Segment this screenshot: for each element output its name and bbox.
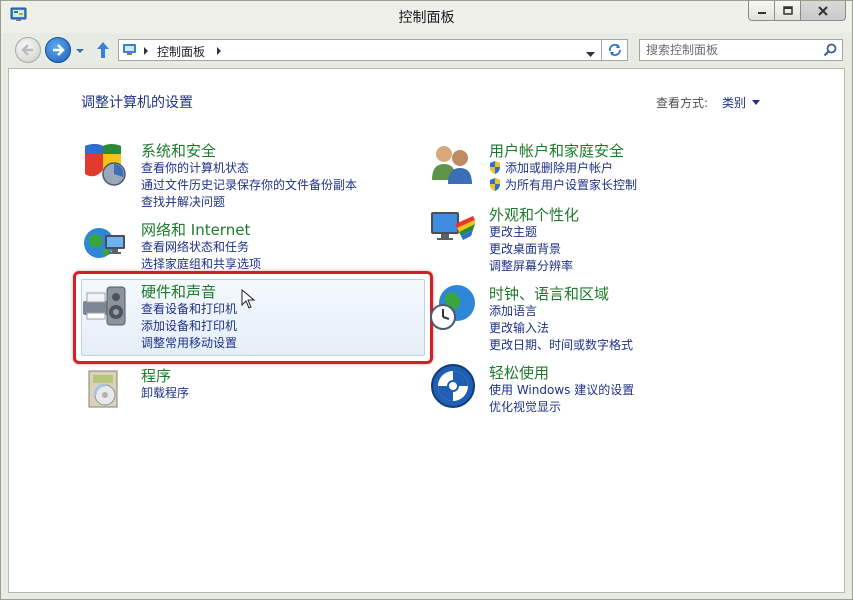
network-globe-icon[interactable] — [81, 219, 129, 267]
close-icon — [818, 5, 828, 16]
category-title[interactable]: 轻松使用 — [489, 362, 549, 383]
category-title[interactable]: 系统和安全 — [141, 140, 216, 161]
view-by-dropdown[interactable]: 类别 — [722, 94, 761, 111]
address-dropdown-icon[interactable] — [586, 47, 595, 57]
link-add-language[interactable]: 添加语言 — [489, 303, 633, 320]
category-system-security: 系统和安全 查看你的计算机状态 通过文件历史记录保存你的文件备份副本 查找并解决… — [81, 140, 411, 210]
category-links: 查看设备和打印机 添加设备和打印机 调整常用移动设置 — [141, 301, 237, 352]
link-change-background[interactable]: 更改桌面背景 — [489, 241, 573, 258]
search-icon[interactable] — [823, 43, 837, 57]
link-view-computer-status[interactable]: 查看你的计算机状态 — [141, 160, 357, 177]
ease-of-access-icon[interactable] — [429, 362, 477, 410]
link-parental-controls-label[interactable]: 为所有用户设置家长控制 — [505, 178, 637, 192]
link-uninstall-program[interactable]: 卸载程序 — [141, 385, 189, 402]
mouse-cursor-icon — [241, 288, 256, 309]
clock-globe-icon[interactable] — [429, 283, 477, 331]
breadcrumb-separator-icon[interactable] — [142, 45, 150, 55]
category-title[interactable]: 程序 — [141, 365, 171, 386]
category-network-internet: 网络和 Internet 查看网络状态和任务 选择家庭组和共享选项 — [81, 219, 411, 274]
control-panel-small-icon — [122, 43, 138, 57]
link-screen-resolution[interactable]: 调整屏幕分辨率 — [489, 258, 573, 275]
back-button[interactable] — [15, 37, 41, 63]
forward-arrow-icon — [53, 44, 65, 56]
view-by-control: 查看方式: 类别 — [656, 94, 761, 111]
navigation-bar: 控制面板 — [1, 33, 852, 67]
link-homegroup-sharing[interactable]: 选择家庭组和共享选项 — [141, 256, 261, 273]
breadcrumb-control-panel[interactable]: 控制面板 — [157, 43, 205, 60]
window-title: 控制面板 — [398, 10, 455, 26]
link-recommended-settings[interactable]: 使用 Windows 建议的设置 — [489, 382, 634, 399]
link-change-theme[interactable]: 更改主题 — [489, 224, 573, 241]
programs-icon[interactable] — [81, 365, 129, 413]
category-links: 更改主题 更改桌面背景 调整屏幕分辨率 — [489, 224, 573, 275]
forward-button[interactable] — [45, 37, 71, 63]
breadcrumb-separator-icon[interactable] — [215, 45, 223, 55]
users-icon[interactable] — [429, 140, 477, 188]
refresh-button[interactable] — [602, 39, 628, 61]
category-links: 查看你的计算机状态 通过文件历史记录保存你的文件备份副本 查找并解决问题 — [141, 160, 357, 211]
shield-icon[interactable] — [81, 140, 129, 188]
uac-shield-icon — [490, 161, 500, 174]
category-title[interactable]: 时钟、语言和区域 — [489, 283, 609, 304]
category-links: 添加语言 更改输入法 更改日期、时间或数字格式 — [489, 303, 633, 354]
category-links: 查看网络状态和任务 选择家庭组和共享选项 — [141, 239, 261, 273]
minimize-icon — [757, 11, 766, 14]
category-title[interactable]: 外观和个性化 — [489, 204, 579, 225]
minimize-button[interactable] — [748, 1, 775, 21]
link-view-devices-printers[interactable]: 查看设备和打印机 — [141, 301, 237, 318]
link-add-remove-accounts[interactable]: 添加或删除用户帐户 — [489, 160, 637, 177]
category-title[interactable]: 用户帐户和家庭安全 — [489, 140, 624, 161]
link-add-remove-accounts-label[interactable]: 添加或删除用户帐户 — [505, 161, 613, 175]
category-title[interactable]: 硬件和声音 — [141, 281, 216, 302]
appearance-monitor-icon[interactable] — [429, 204, 477, 252]
page-title: 调整计算机的设置 — [81, 95, 193, 111]
maximize-button[interactable] — [774, 1, 801, 21]
search-box[interactable] — [639, 39, 843, 61]
chevron-down-icon — [752, 100, 761, 105]
view-by-label: 查看方式: — [656, 96, 709, 110]
link-optimize-visual-display[interactable]: 优化视觉显示 — [489, 399, 634, 416]
maximize-icon — [782, 6, 793, 15]
category-appearance: 外观和个性化 更改主题 更改桌面背景 调整屏幕分辨率 — [429, 204, 759, 274]
link-parental-controls[interactable]: 为所有用户设置家长控制 — [489, 177, 637, 194]
link-file-history-backup[interactable]: 通过文件历史记录保存你的文件备份副本 — [141, 177, 357, 194]
recent-pages-dropdown-icon[interactable] — [75, 45, 85, 55]
up-arrow-icon[interactable] — [95, 41, 111, 59]
address-bar[interactable]: 控制面板 — [118, 39, 602, 61]
link-network-status[interactable]: 查看网络状态和任务 — [141, 239, 261, 256]
view-by-value[interactable]: 类别 — [722, 94, 746, 111]
category-links: 使用 Windows 建议的设置 优化视觉显示 — [489, 382, 634, 416]
category-user-accounts: 用户帐户和家庭安全 添加或删除用户帐户 为所有用户设置家长控制 — [429, 140, 759, 195]
link-mobility-settings[interactable]: 调整常用移动设置 — [141, 335, 237, 352]
search-input[interactable] — [646, 42, 816, 58]
refresh-icon — [608, 43, 621, 56]
category-title[interactable]: 网络和 Internet — [141, 219, 250, 240]
link-change-input-method[interactable]: 更改输入法 — [489, 320, 633, 337]
title-bar[interactable]: 控制面板 — [1, 1, 852, 33]
printer-speaker-icon[interactable] — [81, 281, 129, 329]
content-pane: 调整计算机的设置 查看方式: 类别 系统和安全 查看你的计算机状态 通过文件历史… — [8, 68, 845, 593]
category-links: 卸载程序 — [141, 385, 189, 402]
category-links: 添加或删除用户帐户 为所有用户设置家长控制 — [489, 160, 637, 194]
close-button[interactable] — [800, 1, 846, 21]
link-add-device[interactable]: 添加设备和打印机 — [141, 318, 237, 335]
control-panel-window: 控制面板 控制面板 搜索控制面板 调整计算机的设置 查看方式: 类别 系统和安全… — [0, 0, 853, 600]
link-troubleshoot[interactable]: 查找并解决问题 — [141, 194, 357, 211]
category-programs: 程序 卸载程序 — [81, 365, 411, 415]
caption-buttons — [748, 1, 846, 23]
uac-shield-icon — [490, 178, 500, 191]
back-arrow-icon — [21, 44, 33, 56]
category-clock-language-region: 时钟、语言和区域 添加语言 更改输入法 更改日期、时间或数字格式 — [429, 283, 759, 353]
category-ease-of-access: 轻松使用 使用 Windows 建议的设置 优化视觉显示 — [429, 362, 759, 417]
link-change-date-time-format[interactable]: 更改日期、时间或数字格式 — [489, 337, 633, 354]
